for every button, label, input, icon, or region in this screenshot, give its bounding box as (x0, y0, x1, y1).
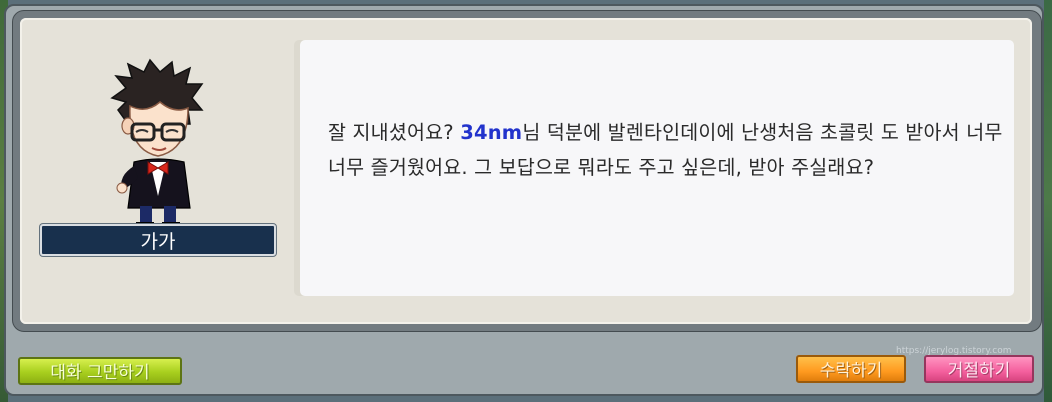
player-name: 34nm (460, 121, 523, 144)
dialog-text: 잘 지내셨어요? 34nm님 덕분에 발렌타인데이에 난생처음 초콜릿 도 받아… (328, 116, 1008, 185)
accept-button[interactable]: 수락하기 (796, 355, 906, 383)
decline-button[interactable]: 거절하기 (924, 355, 1034, 383)
end-chat-button[interactable]: 대화 그만하기 (18, 357, 182, 385)
dialog-text-before: 잘 지내셨어요? (328, 121, 461, 144)
npc-portrait (110, 58, 204, 227)
npc-name-plate: 가가 (40, 224, 276, 256)
